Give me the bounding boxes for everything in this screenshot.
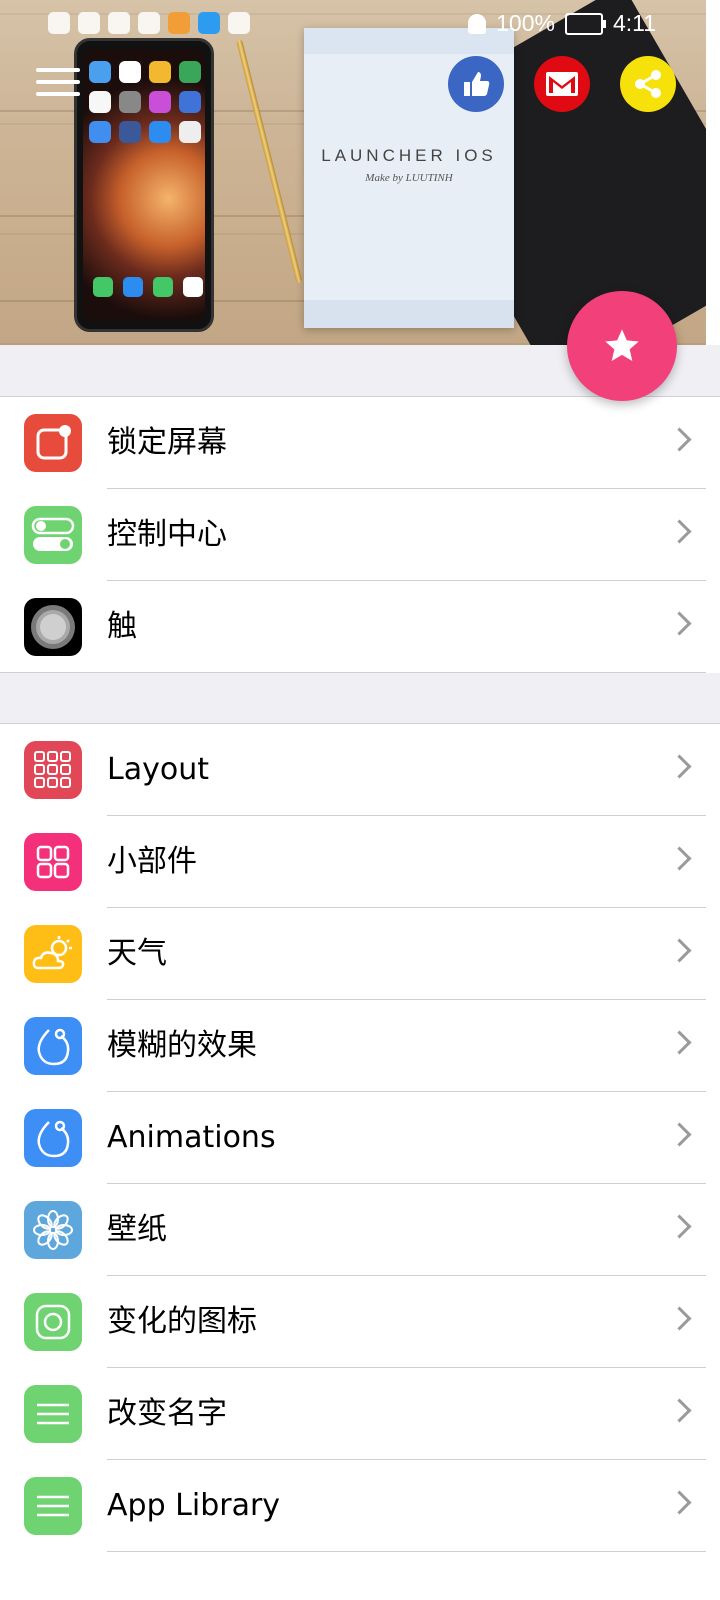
booklet-title: LAUNCHER IOS bbox=[321, 146, 497, 165]
menu-item-weather[interactable]: 天气 bbox=[0, 908, 706, 1000]
menu-item-label: 锁定屏幕 bbox=[107, 425, 227, 460]
wifi-icon bbox=[78, 12, 100, 34]
health-icon bbox=[108, 12, 130, 34]
share-button[interactable] bbox=[620, 56, 676, 112]
widgets-icon bbox=[24, 833, 82, 891]
menu-item-label: Animations bbox=[107, 1120, 276, 1155]
header-banner: LAUNCHER IOS Make by LUUTINH 100% 4:11 bbox=[0, 0, 706, 345]
weather-icon bbox=[24, 925, 82, 983]
chevron-right-icon bbox=[667, 938, 692, 963]
play-icon bbox=[168, 12, 190, 34]
menu-item-app-library[interactable]: App Library bbox=[0, 1460, 706, 1552]
menu-item-label: 触 bbox=[107, 609, 137, 644]
blur-effect-icon bbox=[24, 1017, 82, 1075]
bell-off-icon bbox=[468, 13, 487, 34]
assistive-touch-icon bbox=[24, 598, 82, 656]
gmail-button[interactable] bbox=[534, 56, 590, 112]
animations-icon bbox=[24, 1109, 82, 1167]
menu-item-layout[interactable]: Layout bbox=[0, 724, 706, 816]
menu-item-widgets[interactable]: 小部件 bbox=[0, 816, 706, 908]
chevron-right-icon bbox=[667, 1030, 692, 1055]
chevron-right-icon bbox=[667, 1306, 692, 1331]
bag-icon bbox=[138, 12, 160, 34]
chevron-right-icon bbox=[667, 1214, 692, 1239]
chevron-right-icon bbox=[667, 1490, 692, 1515]
menu-item-blur-effect[interactable]: 模糊的效果 bbox=[0, 1000, 706, 1092]
star-icon bbox=[605, 329, 639, 361]
chevron-right-icon bbox=[667, 427, 692, 452]
menu-item-control-center[interactable]: 控制中心 bbox=[0, 489, 706, 581]
pen-image bbox=[236, 39, 303, 284]
hamburger-menu-icon[interactable] bbox=[36, 68, 80, 98]
menu-item-label: App Library bbox=[107, 1488, 281, 1523]
menu-item-label: Layout bbox=[107, 752, 209, 787]
menu-item-lock-screen[interactable]: 锁定屏幕 bbox=[0, 397, 706, 489]
chevron-right-icon bbox=[667, 611, 692, 636]
status-bar: 100% 4:11 bbox=[0, 0, 706, 48]
booklet-subtitle: Make by LUUTINH bbox=[365, 172, 453, 184]
lock-screen-icon bbox=[24, 414, 82, 472]
menu-item-assistive-touch[interactable]: 触 bbox=[0, 581, 706, 673]
menu-item-label: 壁纸 bbox=[107, 1212, 167, 1247]
share-icon bbox=[635, 70, 661, 98]
chevron-right-icon bbox=[667, 1122, 692, 1147]
battery-percent: 100% bbox=[496, 10, 555, 36]
control-center-icon bbox=[24, 506, 82, 564]
search-app-icon bbox=[198, 12, 220, 34]
menu-item-label: 模糊的效果 bbox=[107, 1028, 257, 1063]
menu-item-label: 控制中心 bbox=[107, 517, 227, 552]
menu-item-label: 改变名字 bbox=[107, 1396, 227, 1431]
menu-item-wallpaper[interactable]: 壁纸 bbox=[0, 1184, 706, 1276]
chevron-right-icon bbox=[667, 1398, 692, 1423]
gmail-icon bbox=[546, 72, 578, 96]
menu-item-rename[interactable]: 改变名字 bbox=[0, 1368, 706, 1460]
favorite-fab-button[interactable] bbox=[567, 291, 677, 401]
menu-item-label: 天气 bbox=[107, 936, 167, 971]
rename-icon bbox=[24, 1385, 82, 1443]
menu-item-change-icon[interactable]: 变化的图标 bbox=[0, 1276, 706, 1368]
phone-mockup-image bbox=[74, 38, 214, 332]
alert-icon bbox=[48, 12, 70, 34]
chevron-right-icon bbox=[667, 754, 692, 779]
clock: 4:11 bbox=[612, 10, 656, 36]
section-gap bbox=[0, 673, 720, 724]
thumbs-up-icon bbox=[464, 72, 490, 96]
wallpaper-icon bbox=[24, 1201, 82, 1259]
browser-icon bbox=[228, 12, 250, 34]
app-library-icon bbox=[24, 1477, 82, 1535]
menu-item-label: 变化的图标 bbox=[107, 1304, 257, 1339]
chevron-right-icon bbox=[667, 846, 692, 871]
like-button[interactable] bbox=[448, 56, 504, 112]
chevron-right-icon bbox=[667, 519, 692, 544]
grid-layout-icon bbox=[24, 741, 82, 799]
menu-item-label: 小部件 bbox=[107, 844, 197, 879]
battery-icon bbox=[564, 12, 606, 35]
change-icon-icon bbox=[24, 1293, 82, 1351]
menu-item-animations[interactable]: Animations bbox=[0, 1092, 706, 1184]
